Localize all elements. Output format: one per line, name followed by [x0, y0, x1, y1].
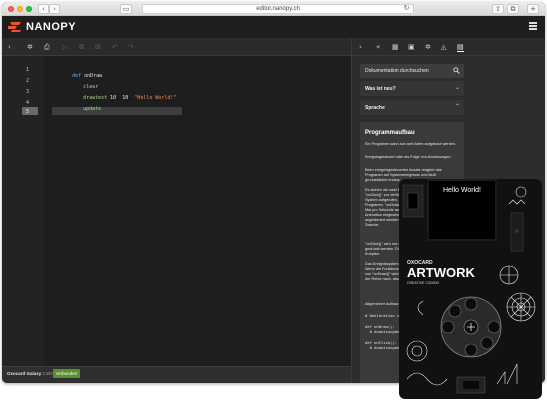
reload-icon[interactable]: ↻ [402, 4, 411, 14]
share-icon[interactable]: ⇧ [492, 4, 504, 14]
double-chevron-left-icon[interactable]: « [376, 43, 380, 51]
gear-icon[interactable]: ✲ [425, 43, 431, 51]
device-name: Oxocard Galaxy C4E08E [7, 371, 59, 376]
line-number: 3 [26, 89, 30, 95]
doc-search-input[interactable]: Dokumentation durchsuchen [360, 64, 464, 78]
code-line: update [65, 99, 101, 120]
accordion-label: Sprache [365, 105, 385, 111]
chevron-down-icon: ⌄ [454, 85, 460, 91]
chevron-right-icon[interactable]: › [8, 43, 11, 51]
printer-icon[interactable]: ⎙ [44, 43, 50, 51]
code-number: 10 [110, 95, 117, 101]
oxocard-device: Hello World! OXOCARD ARTWORK CREATIVE CO… [399, 179, 542, 399]
copy-icon[interactable]: ⧉ [79, 43, 84, 51]
app-brand: NANOPY [26, 21, 77, 33]
new-tab-button[interactable]: + [527, 4, 539, 14]
hamburger-menu-icon[interactable] [529, 22, 537, 30]
line-gutter [2, 56, 44, 366]
code-number: 10 [122, 95, 129, 101]
book-icon[interactable]: ▤ [457, 43, 464, 52]
code-icon[interactable]: ⊞ [95, 43, 101, 51]
code-command: update [83, 106, 102, 112]
minimize-window-button[interactable] [17, 6, 23, 12]
line-number: 2 [26, 78, 30, 84]
dpad-buttons[interactable] [440, 296, 502, 358]
chevron-up-icon: ⌃ [454, 104, 460, 110]
editor-toolbar: › ✲ ⎙ ▷ ⧉ ⊞ ↶ ↷ [2, 38, 351, 56]
device-model: Oxocard Galaxy [7, 371, 42, 376]
tabs-icon[interactable]: ⧉ [507, 4, 519, 14]
sidebar-toggle-icon[interactable]: ▭ [120, 4, 132, 14]
active-line-marker [22, 107, 38, 115]
image-icon[interactable]: ▣ [408, 43, 415, 51]
close-window-button[interactable] [8, 6, 14, 12]
search-icon [453, 67, 460, 74]
doc-paragraph: Ereignisgesteuert oder als Folge von Anw… [365, 155, 452, 159]
chevron-right-icon[interactable]: › [359, 43, 362, 51]
line-number: 4 [26, 100, 30, 106]
doc-toolbar: › « ▦ ▣ ✲ ◬ ▤ [351, 38, 545, 56]
forward-button[interactable]: › [49, 4, 60, 14]
accordion-whats-new[interactable]: Was ist neu? ⌄ [360, 81, 464, 97]
device-title: ARTWORK [407, 265, 475, 280]
nanopy-logo-icon [8, 22, 21, 32]
address-bar[interactable]: editor.nanopy.ch [142, 4, 414, 14]
connection-status-badge[interactable]: verbunden [53, 369, 80, 378]
settings-icon[interactable]: ✲ [27, 43, 33, 51]
undo-icon[interactable]: ↶ [112, 43, 118, 51]
browser-titlebar: ‹ › ▭ editor.nanopy.ch ↻ ⇧ ⧉ + [2, 2, 545, 16]
calendar-icon[interactable]: ▦ [392, 43, 399, 51]
zoom-window-button[interactable] [26, 6, 32, 12]
accordion-label: Was ist neu? [365, 86, 396, 92]
run-icon[interactable]: ▷ [62, 43, 67, 51]
back-button[interactable]: ‹ [38, 4, 49, 14]
device-screen-text: Hello World! [443, 187, 481, 194]
doc-title: Programmaufbau [365, 130, 415, 136]
line-number: 1 [26, 67, 30, 73]
url-text: editor.nanopy.ch [256, 6, 300, 12]
line-number: 5 [26, 109, 30, 115]
graduation-cap-icon[interactable]: ◬ [441, 43, 446, 51]
app-header: NANOPY [2, 16, 545, 38]
search-placeholder: Dokumentation durchsuchen [365, 68, 429, 74]
device-subtitle: CREATIVE CODING [407, 281, 439, 285]
doc-paragraph: Ein Programm kann auf zwei Arten aufgeba… [365, 142, 456, 146]
code-editor[interactable]: 1 2 3 4 5 def onDraw clear drawtext 10, … [2, 56, 351, 366]
redo-icon[interactable]: ↷ [128, 43, 134, 51]
code-string: "Hello World!" [134, 95, 177, 101]
status-bar: Oxocard Galaxy C4E08E verbunden [2, 366, 351, 383]
accordion-language[interactable]: Sprache ⌃ [360, 100, 464, 116]
